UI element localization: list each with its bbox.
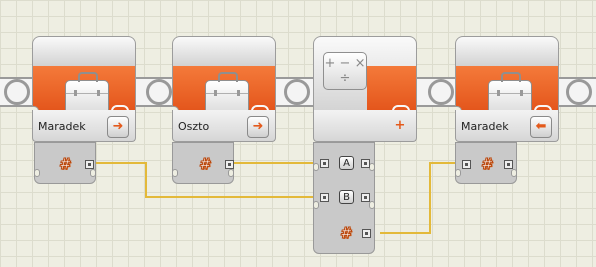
variable-block-oszto-read[interactable]: Oszto ➜: [172, 36, 276, 154]
output-port-a[interactable]: [361, 159, 370, 168]
block-label: Maradek: [38, 120, 86, 133]
output-port-b[interactable]: [361, 193, 370, 202]
variable-block-maradek-write[interactable]: Maradek ⬅: [455, 36, 559, 154]
output-port[interactable]: [85, 160, 94, 169]
read-arrow-icon: ➜: [247, 116, 269, 138]
data-wire-result: [380, 162, 462, 234]
operation-plus-icon: +: [394, 118, 406, 133]
data-hub[interactable]: #: [172, 142, 234, 184]
input-port-a[interactable]: [320, 159, 329, 168]
input-port[interactable]: [462, 160, 471, 169]
number-input-icon: #: [480, 155, 492, 173]
read-arrow-icon: ➜: [107, 116, 129, 138]
result-output-port[interactable]: [362, 229, 371, 238]
number-output-icon: #: [58, 155, 70, 173]
math-operations-icon: + − × ÷: [323, 52, 367, 90]
block-label: Oszto: [178, 120, 210, 133]
program-canvas[interactable]: Maradek ➜ # Oszto ➜ # + − × ÷ + A B # Ma…: [0, 0, 596, 267]
number-output-icon: #: [339, 224, 351, 242]
variable-block-maradek-read[interactable]: Maradek ➜: [32, 36, 136, 154]
number-output-icon: #: [198, 155, 210, 173]
input-a-label: A: [339, 156, 354, 170]
output-port[interactable]: [225, 160, 234, 169]
data-hub[interactable]: A B #: [313, 142, 375, 254]
write-arrow-icon: ⬅: [530, 116, 552, 138]
block-label: Maradek: [461, 120, 509, 133]
output-port[interactable]: [504, 160, 513, 169]
data-hub[interactable]: #: [34, 142, 96, 184]
data-hub[interactable]: #: [455, 142, 517, 184]
math-block[interactable]: + − × ÷ +: [313, 36, 417, 154]
input-b-label: B: [339, 190, 354, 204]
input-port-b[interactable]: [320, 193, 329, 202]
